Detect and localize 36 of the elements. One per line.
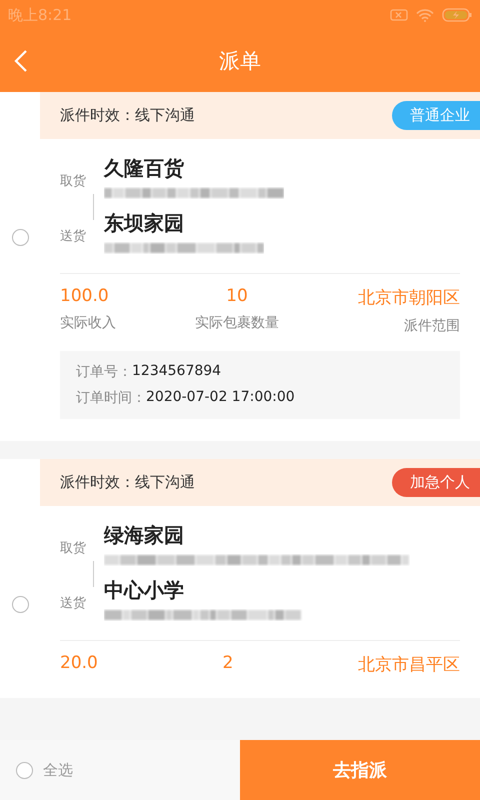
stat-value: 10 — [226, 286, 248, 306]
stop-label: 送货 — [60, 595, 86, 612]
battery-icon — [442, 8, 472, 22]
stat-value: 北京市昌平区 — [358, 654, 460, 676]
info-value: 1234567894 — [132, 363, 222, 381]
place-name: 中心小学 — [104, 577, 185, 604]
wifi-icon — [416, 8, 434, 22]
radio-button[interactable] — [16, 762, 33, 778]
info-label: 订单号： — [76, 363, 132, 381]
stat-label: 实际包裹数量 — [195, 314, 279, 332]
timing-text: 派件时效：线下沟通 — [60, 106, 195, 125]
status-time: 晚上8:21 — [8, 6, 72, 24]
stop-label: 取货 — [60, 540, 86, 557]
radio-button[interactable] — [12, 596, 28, 612]
place-name: 久隆百货 — [104, 155, 185, 182]
timing-text: 派件时效：线下沟通 — [60, 473, 195, 492]
info-label: 订单时间： — [76, 389, 146, 407]
stop-label: 送货 — [60, 228, 86, 245]
stop-label: 取货 — [60, 173, 86, 190]
stat-value: 2 — [222, 653, 234, 673]
radio-button[interactable] — [12, 228, 28, 246]
stat-value: 100.0 — [60, 286, 110, 306]
no-sim-icon — [390, 9, 408, 21]
stat-label: 实际收入 — [60, 314, 116, 332]
stat-label: 派件范围 — [404, 317, 460, 335]
info-value: 2020-07-02 17:00:00 — [146, 389, 295, 407]
order-tag: 加急个人 — [392, 468, 480, 497]
order-tag: 普通企业 — [392, 101, 480, 130]
stat-value: 北京市朝阳区 — [358, 287, 460, 309]
order-card[interactable]: 派件时效：线下沟通 普通企业 取货 久隆百货 送货 东坝家园 100.0 实际收入 10 实际包裹数量 北京市朝阳区 派件范围 订单号：1234567894 订单时间：2020-07-02 17:00:00 — [0, 92, 480, 441]
select-all-label: 全选 — [43, 760, 73, 780]
place-name: 绿海家园 — [104, 522, 185, 549]
page-title: 派单 — [219, 48, 261, 75]
stat-value: 20.0 — [60, 653, 98, 673]
order-card[interactable]: 派件时效：线下沟通 加急个人 取货 绿海家园 送货 中心小学 20.0 2 北京市昌平区 — [0, 459, 480, 698]
place-name: 东坝家园 — [104, 210, 185, 237]
